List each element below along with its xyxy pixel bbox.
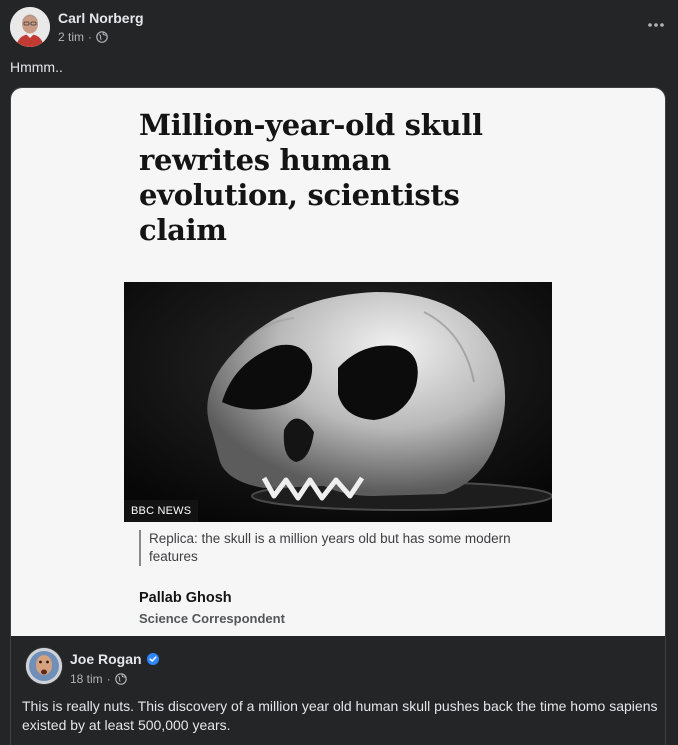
image-caption: Replica: the skull is a million years ol… bbox=[139, 530, 529, 566]
shared-post-meta: 18 tim · bbox=[70, 672, 127, 686]
shared-meta-separator: · bbox=[106, 672, 111, 686]
skull-image: BBC NEWS bbox=[124, 282, 552, 522]
author-avatar[interactable] bbox=[10, 7, 50, 47]
shared-post-header: Joe Rogan 18 tim · This is really nuts. … bbox=[11, 636, 665, 745]
meta-separator: · bbox=[88, 30, 93, 44]
more-options-icon[interactable] bbox=[644, 13, 668, 37]
author-name[interactable]: Carl Norberg bbox=[58, 10, 144, 26]
verified-badge-icon bbox=[146, 653, 159, 665]
shared-author-label: Joe Rogan bbox=[70, 651, 142, 667]
shared-author-avatar[interactable] bbox=[26, 648, 62, 684]
bbc-news-badge: BBC NEWS bbox=[124, 500, 199, 522]
shared-post-text: This is really nuts. This discovery of a… bbox=[22, 698, 658, 733]
globe-icon bbox=[96, 31, 108, 43]
post-text: Hmmm.. bbox=[10, 59, 63, 75]
shared-post-card[interactable]: Million-year-old skull rewrites human ev… bbox=[10, 87, 666, 745]
shared-author-name[interactable]: Joe Rogan bbox=[70, 651, 159, 667]
post-timestamp[interactable]: 2 tim bbox=[58, 30, 84, 44]
shared-post-timestamp[interactable]: 18 tim bbox=[70, 672, 103, 686]
post-meta: 2 tim · bbox=[58, 30, 108, 44]
globe-icon bbox=[114, 673, 127, 685]
facebook-post: Carl Norberg 2 tim · Hmmm.. Million-year… bbox=[0, 0, 678, 745]
article-headline: Million-year-old skull rewrites human ev… bbox=[139, 108, 483, 247]
byline-role: Science Correspondent bbox=[139, 611, 285, 626]
byline-name: Pallab Ghosh bbox=[139, 590, 232, 606]
post-header: Carl Norberg 2 tim · bbox=[10, 7, 668, 49]
article-screenshot[interactable]: Million-year-old skull rewrites human ev… bbox=[11, 88, 665, 636]
